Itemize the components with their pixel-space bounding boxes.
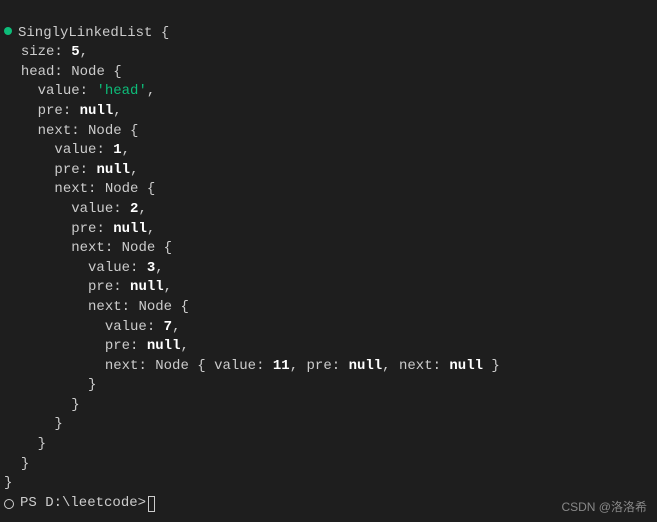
prompt-line[interactable]: PS D:\leetcode> [4, 494, 653, 514]
cursor-icon [148, 496, 155, 512]
watermark: CSDN @洛洛希 [561, 499, 647, 516]
class-name: SinglyLinkedList [18, 25, 152, 41]
terminal-output: SinglyLinkedList { size: 5, head: Node {… [4, 4, 653, 494]
prompt-text: PS D:\leetcode> [20, 494, 146, 514]
status-dot-icon [4, 27, 12, 35]
prompt-circle-icon [4, 499, 14, 509]
